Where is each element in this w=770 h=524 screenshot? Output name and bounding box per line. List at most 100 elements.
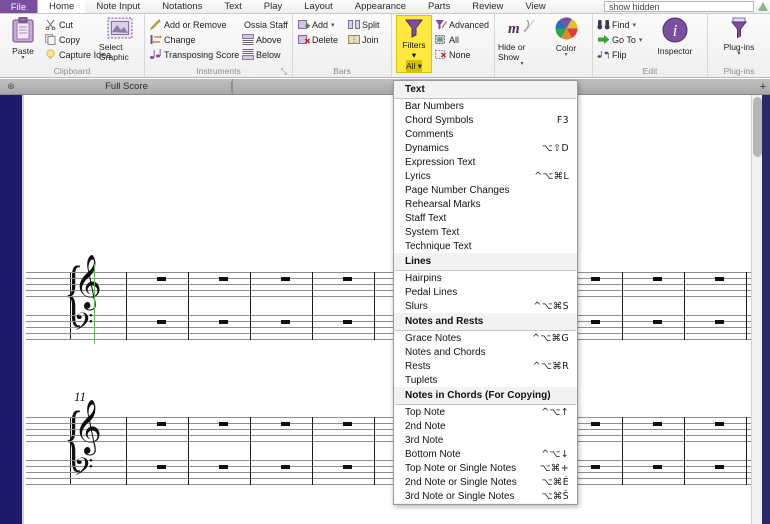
tab-view[interactable]: View [514, 0, 556, 13]
go-to-button[interactable]: Go To ▾ [596, 32, 649, 47]
whole-rest[interactable] [653, 465, 662, 469]
close-tab-icon[interactable]: ⊗ [0, 81, 22, 92]
menu-item[interactable]: Slurs ^⌥⌘S [394, 299, 577, 313]
change-instrument-button[interactable]: Change [148, 32, 240, 47]
color-caret-icon[interactable]: ▾ [564, 52, 567, 58]
tab-layout[interactable]: Layout [293, 0, 344, 13]
add-or-remove-button[interactable]: Add or Remove [148, 17, 240, 32]
tab-file[interactable]: File [0, 0, 38, 13]
tab-text[interactable]: Text [213, 0, 252, 13]
select-none-button[interactable]: None [433, 47, 491, 62]
transposing-score-button[interactable]: Transposing Score [148, 47, 240, 62]
filters-all-dropdown[interactable]: All ▾ [405, 60, 423, 72]
split-bar-button[interactable]: Split [346, 17, 388, 32]
whole-rest[interactable] [157, 320, 166, 324]
whole-rest[interactable] [281, 277, 290, 281]
tab-home[interactable]: Home [38, 0, 86, 13]
barline[interactable] [622, 417, 623, 485]
instruments-dialog-launcher-icon[interactable]: ⤡ [281, 66, 287, 77]
menu-item[interactable]: Rehearsal Marks [394, 197, 577, 211]
new-tab-icon[interactable]: + [756, 81, 770, 93]
whole-rest[interactable] [591, 277, 600, 281]
whole-rest[interactable] [343, 465, 352, 469]
filters-button[interactable]: Filters ▾ All ▾ [396, 15, 432, 73]
collapse-ribbon-icon[interactable] [756, 0, 770, 13]
tab-note-input[interactable]: Note Input [85, 0, 151, 13]
barline[interactable] [188, 272, 189, 340]
menu-item[interactable]: Top Note ^⌥↑ [394, 405, 577, 419]
treble-staff[interactable]: 𝄞 [26, 403, 751, 450]
score-workspace[interactable]: { 𝄞 𝄢 11 {𝄞 𝄢 [0, 95, 770, 524]
menu-item[interactable]: System Text [394, 225, 577, 239]
tab-review[interactable]: Review [461, 0, 514, 13]
menu-item[interactable]: Grace Notes ^⌥⌘G [394, 331, 577, 345]
whole-rest[interactable] [653, 320, 662, 324]
barline[interactable] [684, 272, 685, 340]
whole-rest[interactable] [591, 422, 600, 426]
plugins-button[interactable]: Plug-ins ▾ [713, 15, 765, 57]
copy-button[interactable]: Copy [43, 32, 99, 47]
find-button[interactable]: Find ▾ [596, 17, 649, 32]
menu-item[interactable]: Staff Text [394, 211, 577, 225]
whole-rest[interactable] [157, 422, 166, 426]
whole-rest[interactable] [715, 277, 724, 281]
add-bar-caret-icon[interactable]: ▾ [331, 21, 335, 29]
barline[interactable] [684, 417, 685, 485]
vertical-scrollbar[interactable] [751, 95, 762, 524]
flip-button[interactable]: Flip [596, 47, 649, 62]
select-graphic-button[interactable]: Select Graphic [99, 15, 141, 62]
paste-button[interactable]: Paste ▾ [3, 15, 43, 61]
delete-bar-button[interactable]: Delete [296, 32, 346, 47]
whole-rest[interactable] [281, 320, 290, 324]
whole-rest[interactable] [591, 320, 600, 324]
menu-item[interactable]: Dynamics ⌥⇧D [394, 141, 577, 155]
barline[interactable] [250, 272, 251, 340]
color-button[interactable]: Color ▾ [546, 15, 586, 58]
staff-system-2[interactable]: 11 { 𝄞 𝄢 [26, 389, 751, 488]
plugins-caret-icon[interactable]: ▾ [737, 51, 740, 57]
tab-play[interactable]: Play [253, 0, 293, 13]
whole-rest[interactable] [219, 422, 228, 426]
document-tab-full-score[interactable]: Full Score [22, 81, 232, 92]
menu-item[interactable]: Bottom Note ^⌥↓ [394, 447, 577, 461]
ossia-below-button[interactable]: Below [240, 47, 291, 62]
menu-item[interactable]: Lyrics ^⌥⌘L [394, 169, 577, 183]
barline[interactable] [188, 417, 189, 485]
bass-staff[interactable]: 𝄢 [26, 456, 751, 486]
capture-idea-button[interactable]: Capture Idea [43, 47, 111, 62]
hide-or-show-button[interactable]: m Hide or Show ▾ [498, 15, 546, 67]
whole-rest[interactable] [219, 277, 228, 281]
inspector-button[interactable]: i Inspector [649, 15, 701, 56]
filters-dropdown-menu[interactable]: Text Bar Numbers Chord Symbols F3 Comments Dy… [393, 80, 578, 505]
paste-caret-icon[interactable]: ▾ [22, 55, 25, 61]
whole-rest[interactable] [343, 320, 352, 324]
staff-system-1[interactable]: { 𝄞 𝄢 [26, 256, 751, 344]
menu-item[interactable]: Page Number Changes [394, 183, 577, 197]
advanced-filter-button[interactable]: Advanced [433, 17, 491, 32]
whole-rest[interactable] [715, 422, 724, 426]
find-caret-icon[interactable]: ▾ [633, 21, 637, 29]
menu-item[interactable]: Notes and Chords [394, 345, 577, 359]
cut-button[interactable]: Cut [43, 17, 99, 32]
menu-item[interactable]: Chord Symbols F3 [394, 113, 577, 127]
menu-item[interactable]: Comments [394, 127, 577, 141]
barline[interactable] [374, 417, 375, 485]
add-bar-button[interactable]: Add ▾ [296, 17, 346, 32]
menu-item[interactable]: 3rd Note or Single Notes ⌥⌘Š [394, 489, 577, 503]
menu-item[interactable]: Expression Text [394, 155, 577, 169]
tab-appearance[interactable]: Appearance [344, 0, 417, 13]
menu-item[interactable]: 3rd Note [394, 433, 577, 447]
menu-item[interactable]: 2nd Note or Single Notes ⌥⌘É [394, 475, 577, 489]
menu-item[interactable]: Rests ^⌥⌘R [394, 359, 577, 373]
barline[interactable] [312, 417, 313, 485]
treble-staff[interactable]: 𝄞 [26, 258, 751, 305]
tab-notations[interactable]: Notations [151, 0, 213, 13]
whole-rest[interactable] [219, 320, 228, 324]
score-page[interactable]: { 𝄞 𝄢 11 {𝄞 𝄢 [26, 95, 751, 524]
barline[interactable] [312, 272, 313, 340]
whole-rest[interactable] [343, 422, 352, 426]
join-bar-button[interactable]: Join [346, 32, 388, 47]
menu-item[interactable]: Tuplets [394, 373, 577, 387]
menu-item[interactable]: Pedal Lines [394, 285, 577, 299]
filters-caret-icon[interactable]: ▾ [412, 50, 416, 60]
